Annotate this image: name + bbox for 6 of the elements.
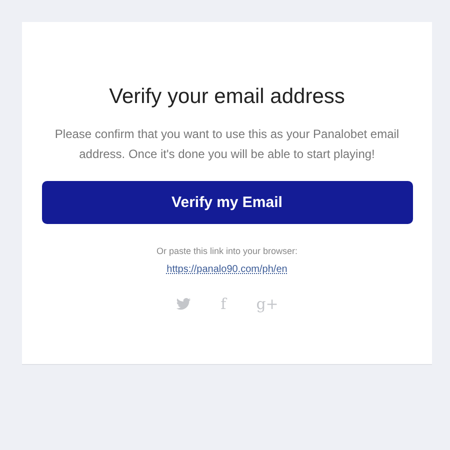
paste-hint: Or paste this link into your browser: bbox=[156, 246, 298, 256]
message-text: Please confirm that you want to use this as your Panalobet email address. Once it's done you will be able to start playing! bbox=[54, 126, 400, 163]
verify-button[interactable]: Verify my Email bbox=[42, 181, 412, 224]
email-title: Verify your email address bbox=[109, 85, 345, 109]
verify-link[interactable]: https://panalo90.com/ph/en bbox=[166, 264, 288, 275]
twitter-icon[interactable] bbox=[176, 298, 191, 310]
